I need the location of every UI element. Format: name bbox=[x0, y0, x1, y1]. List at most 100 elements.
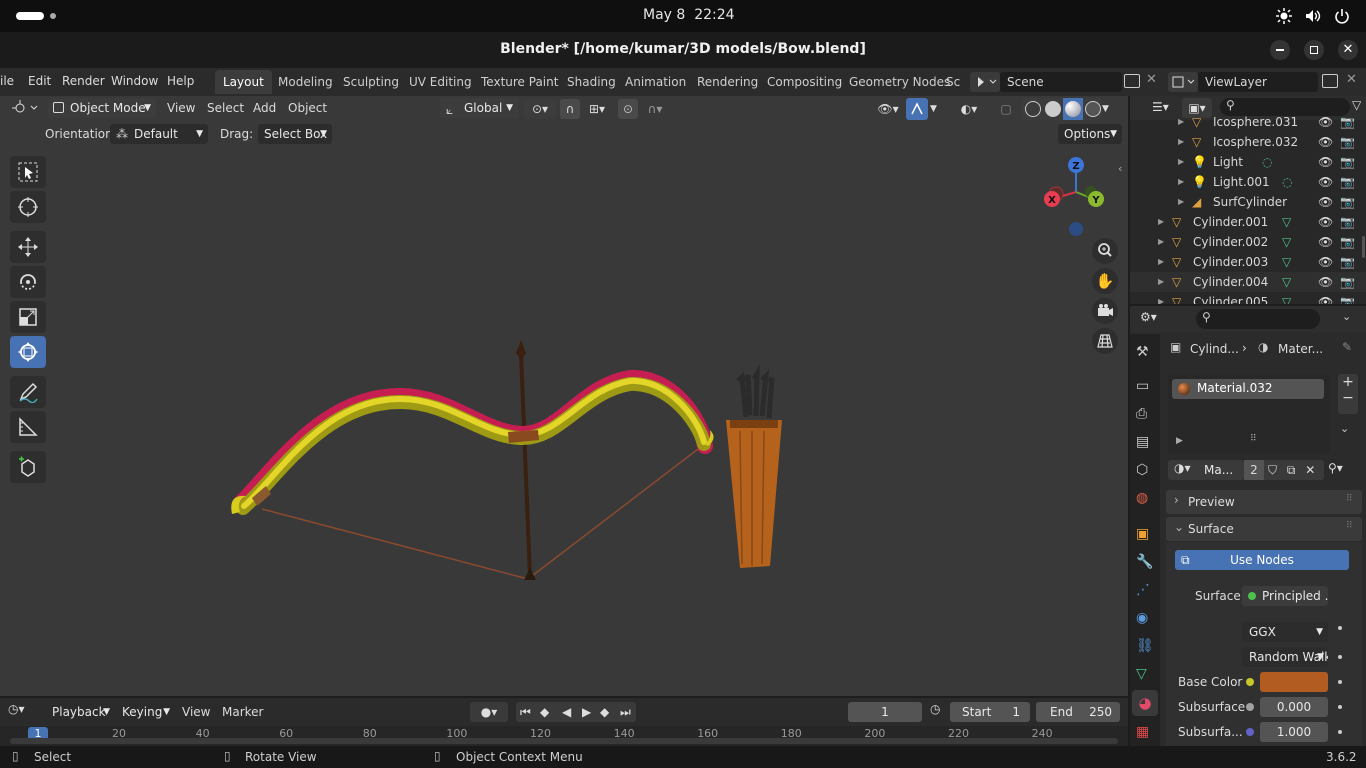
eye-icon[interactable]: 👁 bbox=[1318, 112, 1333, 132]
keying-menu[interactable]: Keying ▼ bbox=[116, 702, 174, 722]
remove-slot-icon[interactable]: − bbox=[1338, 390, 1358, 406]
marker-menu[interactable]: Marker bbox=[222, 701, 263, 723]
resize-grip-icon[interactable]: ⠿ bbox=[1250, 434, 1257, 444]
menu-window[interactable]: Window bbox=[111, 74, 158, 88]
view-layer-selector-button[interactable] bbox=[1168, 72, 1198, 92]
outliner-item[interactable]: ▶ ▽ Cylinder.003 ▽ 👁 📷 bbox=[1130, 252, 1366, 272]
eye-icon[interactable]: 👁 bbox=[1318, 192, 1333, 212]
outliner-item[interactable]: ▶ ▽ Icosphere.032 👁 📷 bbox=[1130, 132, 1366, 152]
camera-render-icon[interactable]: 📷 bbox=[1340, 272, 1355, 292]
expand-arrow-icon[interactable]: ▶ bbox=[1158, 252, 1164, 272]
base-color-swatch[interactable] bbox=[1260, 672, 1328, 692]
eye-icon[interactable]: 👁 bbox=[1318, 172, 1333, 192]
subsurface-radius-field[interactable]: 1.000 bbox=[1260, 722, 1328, 742]
power-icon[interactable] bbox=[1334, 8, 1350, 24]
timeline-editor-type-icon[interactable]: ◷▾ bbox=[8, 702, 40, 722]
camera-render-icon[interactable]: 📷 bbox=[1340, 132, 1355, 152]
3d-viewport[interactable]: Object Mode ▼ View Select Add Object ⟀ Gl… bbox=[0, 96, 1128, 696]
brightness-icon[interactable] bbox=[1276, 8, 1292, 24]
camera-render-icon[interactable]: 📷 bbox=[1340, 172, 1355, 192]
fake-user-icon[interactable]: ⛉ bbox=[1268, 463, 1277, 477]
slot-specials-icon[interactable]: ⌄ bbox=[1340, 422, 1349, 435]
eye-icon[interactable]: 👁 bbox=[1318, 212, 1333, 232]
preview-panel-header[interactable]: › Preview ⠿ bbox=[1166, 490, 1362, 514]
camera-render-icon[interactable]: 📷 bbox=[1340, 112, 1355, 132]
timeline-ruler[interactable]: 20 40 60 80 100 120 140 160 180 200 220 240 1 bbox=[0, 726, 1128, 746]
properties-editor-type-icon[interactable]: ⚙▾ bbox=[1140, 310, 1157, 324]
filter-icon[interactable]: ▽ bbox=[1352, 98, 1361, 112]
camera-render-icon[interactable]: 📷 bbox=[1340, 152, 1355, 172]
menu-file[interactable]: ile bbox=[0, 74, 14, 88]
object-tab-icon[interactable]: ▣ bbox=[1136, 526, 1149, 542]
prev-keyframe-icon[interactable]: ◆ bbox=[540, 702, 549, 722]
data-tab-icon[interactable]: ▽ bbox=[1136, 666, 1147, 682]
outliner-item[interactable]: ▶ ▽ Cylinder.005 ▽ 👁 📷 bbox=[1130, 292, 1366, 304]
tab-animation[interactable]: Animation bbox=[617, 70, 694, 94]
modifier-tab-icon[interactable]: 🔧 bbox=[1136, 554, 1153, 570]
properties-search-input[interactable]: ⚲ bbox=[1196, 309, 1320, 329]
new-scene-icon[interactable] bbox=[1124, 74, 1140, 88]
mesh-data-icon[interactable]: ▽ bbox=[1282, 272, 1291, 292]
end-frame-field[interactable]: End 250 bbox=[1036, 702, 1120, 722]
outliner-item[interactable]: ▶ 💡 Light.001 ◌ 👁 📷 bbox=[1130, 172, 1366, 192]
texture-tab-icon[interactable]: ▦ bbox=[1136, 724, 1149, 740]
keyframe-dot-icon[interactable] bbox=[1338, 655, 1342, 659]
camera-render-icon[interactable]: 📷 bbox=[1340, 292, 1355, 304]
mesh-data-icon[interactable]: ▽ bbox=[1282, 232, 1291, 252]
outliner-item[interactable]: ▶ 💡 Light ◌ 👁 📷 bbox=[1130, 152, 1366, 172]
tab-layout[interactable]: Layout bbox=[215, 70, 272, 94]
expand-arrow-icon[interactable]: ▶ bbox=[1178, 132, 1184, 152]
expand-arrow-icon[interactable]: ▶ bbox=[1158, 272, 1164, 292]
particles-tab-icon[interactable]: ⋰ bbox=[1136, 582, 1150, 598]
constraints-tab-icon[interactable]: ⛓ bbox=[1136, 638, 1154, 654]
outliner-item[interactable]: ▶ ▽ Cylinder.001 ▽ 👁 📷 bbox=[1130, 212, 1366, 232]
activities-indicator[interactable] bbox=[16, 12, 44, 20]
output-tab-icon[interactable]: ⎙ bbox=[1136, 406, 1147, 422]
tab-geometry-nodes[interactable]: Geometry Nodes bbox=[841, 70, 958, 94]
timeline-scrollbar[interactable] bbox=[10, 738, 1118, 744]
eye-icon[interactable]: 👁 bbox=[1318, 152, 1333, 172]
tab-rendering[interactable]: Rendering bbox=[689, 70, 766, 94]
next-keyframe-icon[interactable]: ◆ bbox=[600, 702, 609, 722]
view-layer-name-field[interactable]: ViewLayer bbox=[1198, 72, 1318, 92]
material-tab-icon[interactable]: ◕ bbox=[1132, 690, 1158, 716]
keyframe-dot-icon[interactable] bbox=[1338, 705, 1342, 709]
eye-icon[interactable]: 👁 bbox=[1318, 272, 1333, 292]
eye-icon[interactable]: 👁 bbox=[1318, 252, 1333, 272]
expand-arrow-icon[interactable]: ▶ bbox=[1178, 192, 1184, 212]
scene-selector-button[interactable] bbox=[970, 72, 1000, 92]
play-reverse-icon[interactable]: ◀ bbox=[562, 702, 571, 722]
mesh-data-icon[interactable]: ▽ bbox=[1282, 252, 1291, 272]
menu-render[interactable]: Render bbox=[62, 74, 105, 88]
scene-name-field[interactable]: Scene bbox=[1000, 72, 1122, 92]
new-view-layer-icon[interactable] bbox=[1322, 74, 1338, 88]
tool-tab-icon[interactable]: ⚒ bbox=[1136, 344, 1149, 360]
minimize-button[interactable] bbox=[1270, 40, 1290, 60]
outliner-item[interactable]: ▶ ▽ Cylinder.004 ▽ 👁 📷 bbox=[1130, 272, 1366, 292]
tab-shading[interactable]: Shading bbox=[559, 70, 624, 94]
light-data-icon[interactable]: ◌ bbox=[1282, 172, 1292, 192]
material-slot-item[interactable]: Material.032 bbox=[1172, 379, 1324, 399]
light-data-icon[interactable]: ◌ bbox=[1262, 152, 1272, 172]
drag-handle-icon[interactable]: ⠿ bbox=[1346, 494, 1353, 504]
material-users-count[interactable]: 2 bbox=[1244, 460, 1264, 480]
world-tab-icon[interactable]: ◍ bbox=[1136, 490, 1148, 506]
add-slot-icon[interactable]: + bbox=[1338, 374, 1358, 390]
volume-icon[interactable] bbox=[1305, 8, 1321, 24]
preview-range-icon[interactable]: ◷ bbox=[930, 702, 940, 716]
distribution-dropdown[interactable]: GGX ▼ bbox=[1242, 622, 1328, 642]
mesh-data-icon[interactable]: ▽ bbox=[1282, 212, 1291, 232]
scene-tab-icon[interactable]: ⬡ bbox=[1136, 462, 1148, 478]
tab-compositing[interactable]: Compositing bbox=[759, 70, 850, 94]
maximize-button[interactable] bbox=[1304, 40, 1324, 60]
pin-icon[interactable]: ✎ bbox=[1342, 340, 1352, 354]
tab-sculpting[interactable]: Sculpting bbox=[335, 70, 407, 94]
menu-help[interactable]: Help bbox=[167, 74, 194, 88]
menu-edit[interactable]: Edit bbox=[28, 74, 51, 88]
camera-render-icon[interactable]: 📷 bbox=[1340, 192, 1355, 212]
current-frame-field[interactable]: 1 bbox=[848, 702, 922, 722]
view-layer-tab-icon[interactable]: ▤ bbox=[1136, 434, 1149, 450]
physics-tab-icon[interactable]: ◉ bbox=[1136, 610, 1148, 626]
unlink-material-icon[interactable]: ✕ bbox=[1305, 463, 1315, 477]
mesh-data-icon[interactable]: ▽ bbox=[1282, 292, 1291, 304]
